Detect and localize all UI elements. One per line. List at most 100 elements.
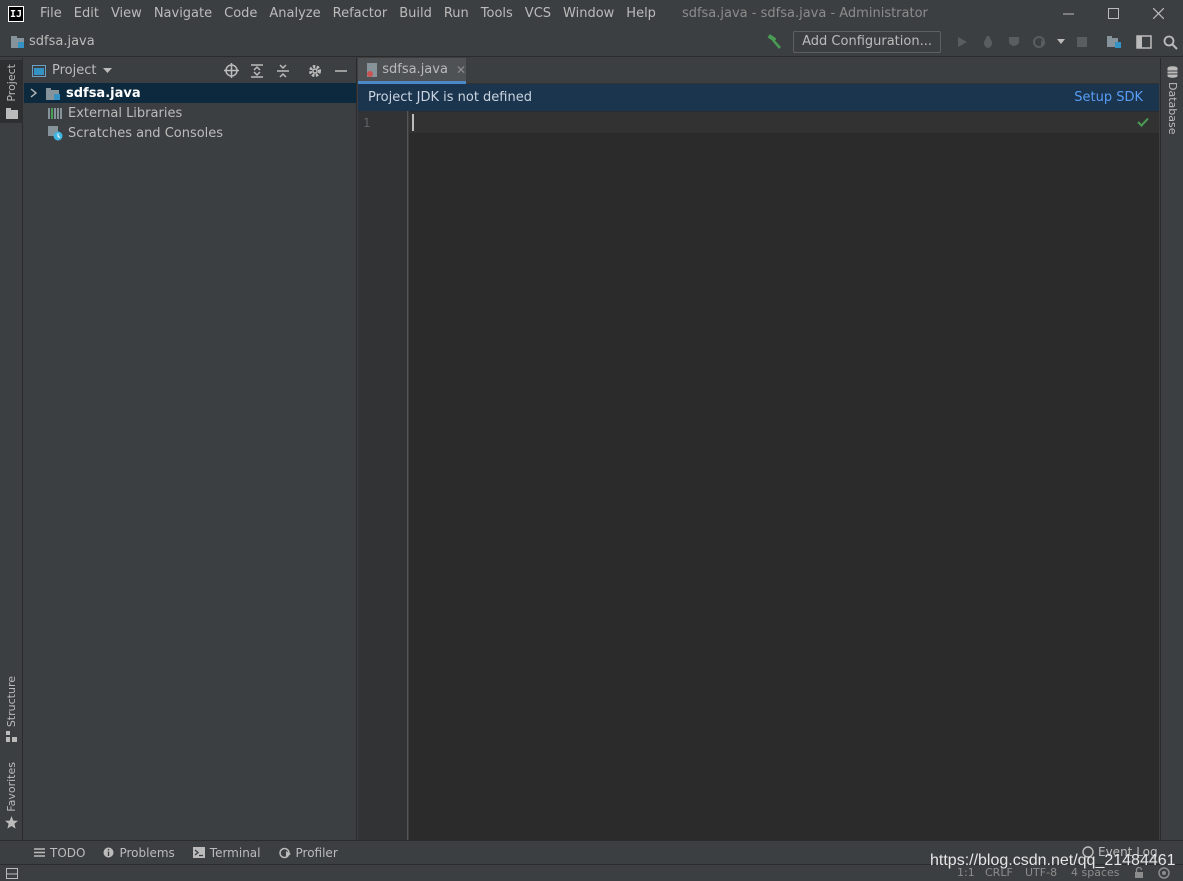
left-tool-strip: Project Structure Favorites [0, 58, 23, 840]
menu-window[interactable]: Window [557, 0, 620, 27]
jdk-warning-banner: Project JDK is not defined Setup SDK [358, 84, 1159, 111]
locate-file-button[interactable] [220, 60, 242, 82]
coverage-button[interactable] [1003, 31, 1025, 53]
menu-build[interactable]: Build [393, 0, 438, 27]
editor-tab-sdfsa-java[interactable]: sdfsa.java ✕ [358, 58, 466, 84]
maximize-button[interactable] [1090, 0, 1136, 27]
tree-item-label: External Libraries [68, 105, 183, 121]
info-icon [103, 847, 114, 858]
tool-tab-label: Terminal [209, 845, 261, 860]
bug-icon [984, 36, 992, 48]
main-menu: File Edit View Navigate Code Analyze Ref… [34, 0, 662, 27]
breadcrumb-label: sdfsa.java [29, 34, 95, 49]
minimize-button[interactable] [1045, 0, 1091, 27]
tree-item-external-libraries[interactable]: External Libraries [24, 103, 356, 123]
tool-tab-profiler[interactable]: Profiler [278, 846, 338, 860]
indent-setting[interactable]: 4 spaces [1071, 866, 1120, 879]
panel-settings-button[interactable] [304, 60, 326, 82]
expand-all-button[interactable] [246, 60, 268, 82]
collapse-all-button[interactable] [272, 60, 294, 82]
scratches-icon [48, 125, 63, 140]
line-number-gutter: 1 [358, 111, 408, 840]
close-tab-icon[interactable]: ✕ [456, 63, 466, 77]
profiler-icon [278, 847, 291, 858]
breadcrumb[interactable]: sdfsa.java [10, 34, 95, 49]
folder-icon [5, 107, 18, 119]
editor-tab-bar: sdfsa.java ✕ [358, 58, 1159, 84]
menu-edit[interactable]: Edit [68, 0, 105, 27]
inspector-icon[interactable] [1158, 866, 1172, 880]
menu-view[interactable]: View [105, 0, 148, 27]
file-encoding[interactable]: UTF-8 [1025, 866, 1057, 879]
lock-icon[interactable] [1134, 867, 1144, 878]
caret-position[interactable]: 1:1 [957, 866, 975, 879]
tool-tab-project[interactable]: Project [0, 60, 23, 123]
menu-vcs[interactable]: VCS [519, 0, 557, 27]
tree-item-project-root[interactable]: sdfsa.java [24, 83, 356, 103]
more-run-options-button[interactable] [1055, 31, 1067, 53]
structure-icon [6, 731, 17, 743]
tool-tab-database-label: Database [1166, 82, 1179, 135]
current-line-highlight [409, 112, 1159, 133]
menu-navigate[interactable]: Navigate [148, 0, 218, 27]
menu-run[interactable]: Run [438, 0, 475, 27]
maximize-icon [1107, 8, 1119, 19]
project-folder-icon [11, 35, 24, 48]
hide-panel-button[interactable] [330, 60, 352, 82]
event-log-button[interactable]: Event Log [1082, 845, 1158, 859]
menu-help[interactable]: Help [620, 0, 662, 27]
module-folder-icon [46, 87, 60, 100]
run-icon [958, 37, 967, 47]
title-bar: IJ File Edit View Navigate Code Analyze … [0, 0, 1183, 27]
project-panel-title: Project [52, 63, 97, 78]
menu-refactor[interactable]: Refactor [327, 0, 394, 27]
bottom-tool-bar: TODO Problems Terminal Profiler Event Lo… [0, 840, 1183, 864]
collapse-all-icon [277, 63, 289, 78]
tree-item-label: Scratches and Consoles [68, 125, 224, 141]
checkmark-icon[interactable] [1137, 117, 1149, 127]
menu-analyze[interactable]: Analyze [263, 0, 326, 27]
tool-tab-favorites[interactable]: Favorites [0, 762, 23, 829]
menu-file[interactable]: File [34, 0, 68, 27]
code-editor[interactable] [409, 111, 1159, 840]
tool-tab-terminal[interactable]: Terminal [192, 845, 261, 860]
minimize-icon [1062, 13, 1074, 15]
tool-tab-problems[interactable]: Problems [103, 846, 175, 860]
setup-sdk-link[interactable]: Setup SDK [1074, 90, 1143, 105]
tool-tab-structure[interactable]: Structure [0, 676, 23, 743]
search-icon [1163, 35, 1178, 50]
database-icon [1167, 66, 1178, 78]
right-tool-strip: Database [1160, 58, 1183, 840]
tool-tab-todo[interactable]: TODO [34, 846, 85, 860]
window-title: sdfsa.java - sdfsa.java - Administrator [681, 6, 928, 21]
tree-item-scratches[interactable]: Scratches and Consoles [24, 123, 356, 143]
layout-button[interactable] [1133, 31, 1155, 53]
shield-icon [1009, 37, 1019, 46]
run-button[interactable] [951, 31, 973, 53]
menu-code[interactable]: Code [218, 0, 263, 27]
debug-button[interactable] [977, 31, 999, 53]
stop-icon [1077, 37, 1087, 47]
tool-tab-database[interactable]: Database [1161, 66, 1183, 135]
toggle-tool-windows-icon[interactable] [6, 868, 18, 879]
list-icon [34, 848, 45, 857]
search-everywhere-button[interactable] [1159, 31, 1181, 53]
project-structure-button[interactable] [1103, 31, 1125, 53]
chevron-down-icon [103, 67, 113, 73]
menu-tools[interactable]: Tools [475, 0, 519, 27]
minimize-icon [335, 69, 347, 72]
java-file-icon [367, 62, 378, 77]
tree-item-label: sdfsa.java [66, 85, 141, 101]
build-button[interactable] [763, 31, 785, 53]
status-bar: 1:1 CRLF UTF-8 4 spaces [0, 864, 1183, 881]
project-panel-tools [216, 58, 352, 83]
close-window-button[interactable] [1135, 0, 1181, 27]
add-configuration-button[interactable]: Add Configuration... [793, 31, 941, 53]
stop-button[interactable] [1071, 31, 1093, 53]
intellij-logo-icon: IJ [8, 5, 24, 22]
close-icon [1152, 8, 1164, 19]
gear-icon [309, 64, 321, 77]
project-view-selector[interactable]: Project [32, 63, 113, 78]
profile-button[interactable] [1029, 31, 1051, 53]
line-separator[interactable]: CRLF [985, 866, 1013, 879]
